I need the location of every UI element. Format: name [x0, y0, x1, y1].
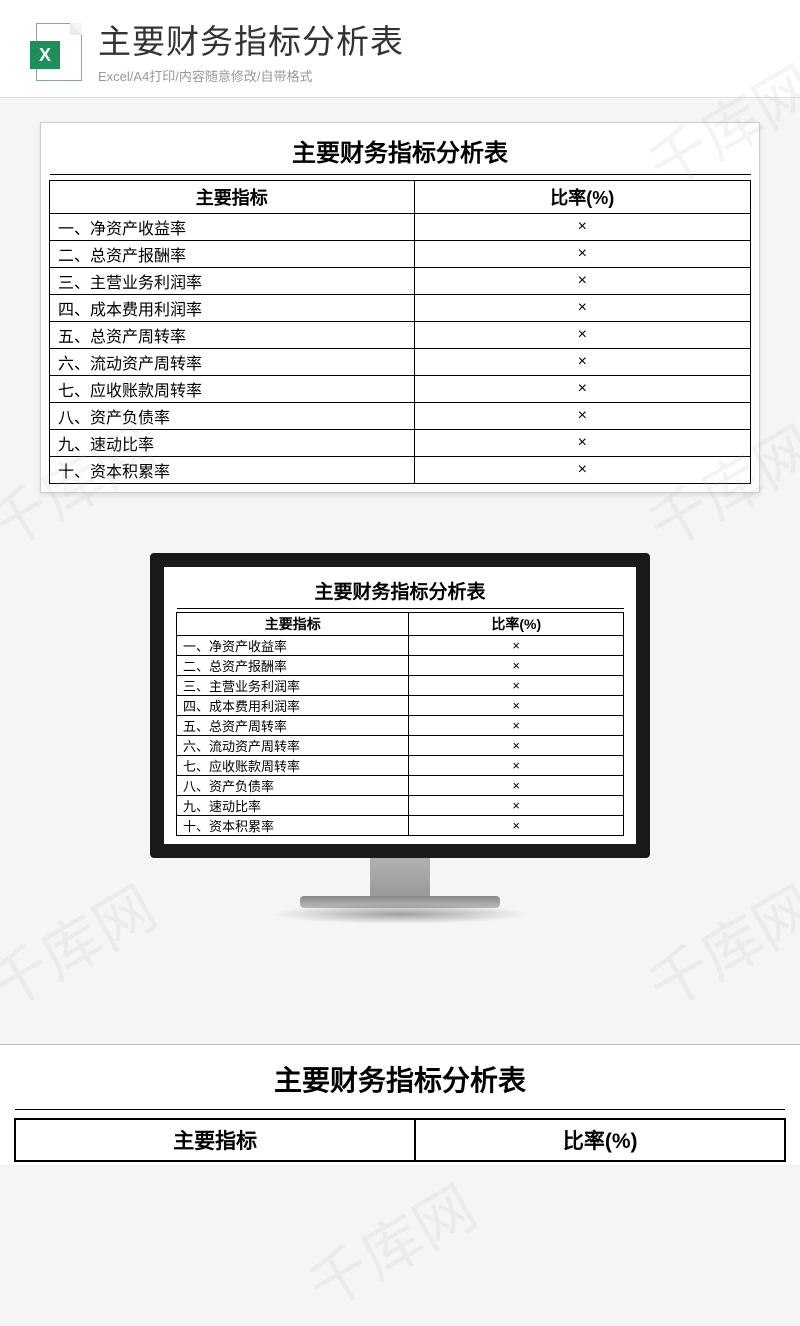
col-header-indicator: 主要指标: [15, 1119, 415, 1161]
col-header-indicator: 主要指标: [50, 180, 415, 213]
indicator-label: 六、流动资产周转率: [177, 735, 409, 755]
indicator-value: ×: [414, 213, 750, 240]
indicator-table-small: 主要财务指标分析表 主要指标 比率(%) 一、净资产收益率×二、总资产报酬率×三…: [176, 575, 624, 836]
indicator-label: 六、流动资产周转率: [50, 348, 415, 375]
watermark: 千库网: [290, 1161, 489, 1326]
col-header-ratio: 比率(%): [415, 1119, 785, 1161]
indicator-value: ×: [409, 755, 624, 775]
table-row: 六、流动资产周转率×: [50, 348, 751, 375]
table-title: 主要财务指标分析表: [177, 575, 624, 609]
table-row: 八、资产负债率×: [50, 402, 751, 429]
indicator-value: ×: [409, 735, 624, 755]
table-row: 五、总资产周转率×: [50, 321, 751, 348]
indicator-value: ×: [409, 815, 624, 835]
indicator-value: ×: [409, 775, 624, 795]
indicator-label: 十、资本积累率: [177, 815, 409, 835]
indicator-value: ×: [414, 267, 750, 294]
table-row: 十、资本积累率×: [50, 456, 751, 483]
table-row: 八、资产负债率×: [177, 775, 624, 795]
table-row: 三、主营业务利润率×: [177, 675, 624, 695]
page-header: X 主要财务指标分析表 Excel/A4打印/内容随意修改/自带格式: [0, 0, 800, 98]
indicator-table: 主要财务指标分析表 主要指标 比率(%) 一、净资产收益率×二、总资产报酬率×三…: [49, 129, 751, 484]
table-row: 五、总资产周转率×: [177, 715, 624, 735]
indicator-label: 三、主营业务利润率: [50, 267, 415, 294]
table-body-main: 一、净资产收益率×二、总资产报酬率×三、主营业务利润率×四、成本费用利润率×五、…: [50, 213, 751, 483]
table-row: 一、净资产收益率×: [177, 635, 624, 655]
excel-file-icon: X: [30, 23, 84, 83]
indicator-value: ×: [409, 795, 624, 815]
indicator-label: 二、总资产报酬率: [177, 655, 409, 675]
indicator-label: 一、净资产收益率: [177, 635, 409, 655]
indicator-value: ×: [414, 402, 750, 429]
indicator-label: 九、速动比率: [177, 795, 409, 815]
indicator-label: 五、总资产周转率: [177, 715, 409, 735]
indicator-value: ×: [414, 321, 750, 348]
col-header-ratio: 比率(%): [414, 180, 750, 213]
table-title: 主要财务指标分析表: [50, 129, 751, 175]
indicator-label: 十、资本积累率: [50, 456, 415, 483]
monitor-preview: 主要财务指标分析表 主要指标 比率(%) 一、净资产收益率×二、总资产报酬率×三…: [40, 553, 760, 924]
page-title: 主要财务指标分析表: [98, 22, 770, 62]
indicator-value: ×: [414, 348, 750, 375]
table-row: 七、应收账款周转率×: [177, 755, 624, 775]
table-row: 二、总资产报酬率×: [177, 655, 624, 675]
table-row: 二、总资产报酬率×: [50, 240, 751, 267]
indicator-label: 八、资产负债率: [50, 402, 415, 429]
indicator-label: 一、净资产收益率: [50, 213, 415, 240]
table-row: 一、净资产收益率×: [50, 213, 751, 240]
indicator-value: ×: [409, 675, 624, 695]
indicator-value: ×: [409, 635, 624, 655]
indicator-value: ×: [414, 375, 750, 402]
indicator-label: 四、成本费用利润率: [177, 695, 409, 715]
indicator-label: 四、成本费用利润率: [50, 294, 415, 321]
table-row: 四、成本费用利润率×: [177, 695, 624, 715]
table-row: 十、资本积累率×: [177, 815, 624, 835]
table-preview-card: 主要财务指标分析表 主要指标 比率(%) 一、净资产收益率×二、总资产报酬率×三…: [40, 122, 760, 493]
table-row: 七、应收账款周转率×: [50, 375, 751, 402]
indicator-label: 三、主营业务利润率: [177, 675, 409, 695]
indicator-label: 二、总资产报酬率: [50, 240, 415, 267]
indicator-value: ×: [414, 294, 750, 321]
indicator-value: ×: [409, 695, 624, 715]
table-title: 主要财务指标分析表: [15, 1053, 785, 1110]
col-header-ratio: 比率(%): [409, 612, 624, 635]
indicator-label: 七、应收账款周转率: [50, 375, 415, 402]
indicator-value: ×: [409, 655, 624, 675]
excel-x-letter: X: [30, 41, 60, 69]
table-row: 九、速动比率×: [177, 795, 624, 815]
col-header-indicator: 主要指标: [177, 612, 409, 635]
indicator-value: ×: [414, 456, 750, 483]
table-row: 四、成本费用利润率×: [50, 294, 751, 321]
indicator-value: ×: [409, 715, 624, 735]
indicator-value: ×: [414, 240, 750, 267]
monitor-screen: 主要财务指标分析表 主要指标 比率(%) 一、净资产收益率×二、总资产报酬率×三…: [150, 553, 650, 858]
table-row: 六、流动资产周转率×: [177, 735, 624, 755]
indicator-label: 八、资产负债率: [177, 775, 409, 795]
table-row: 九、速动比率×: [50, 429, 751, 456]
indicator-label: 五、总资产周转率: [50, 321, 415, 348]
indicator-label: 七、应收账款周转率: [177, 755, 409, 775]
bottom-cropped-table: 主要财务指标分析表 主要指标 比率(%): [0, 1044, 800, 1166]
indicator-value: ×: [414, 429, 750, 456]
page-subtitle: Excel/A4打印/内容随意修改/自带格式: [98, 66, 770, 85]
table-body-small: 一、净资产收益率×二、总资产报酬率×三、主营业务利润率×四、成本费用利润率×五、…: [177, 635, 624, 835]
table-row: 三、主营业务利润率×: [50, 267, 751, 294]
indicator-label: 九、速动比率: [50, 429, 415, 456]
indicator-table-large: 主要财务指标分析表 主要指标 比率(%): [14, 1053, 786, 1166]
